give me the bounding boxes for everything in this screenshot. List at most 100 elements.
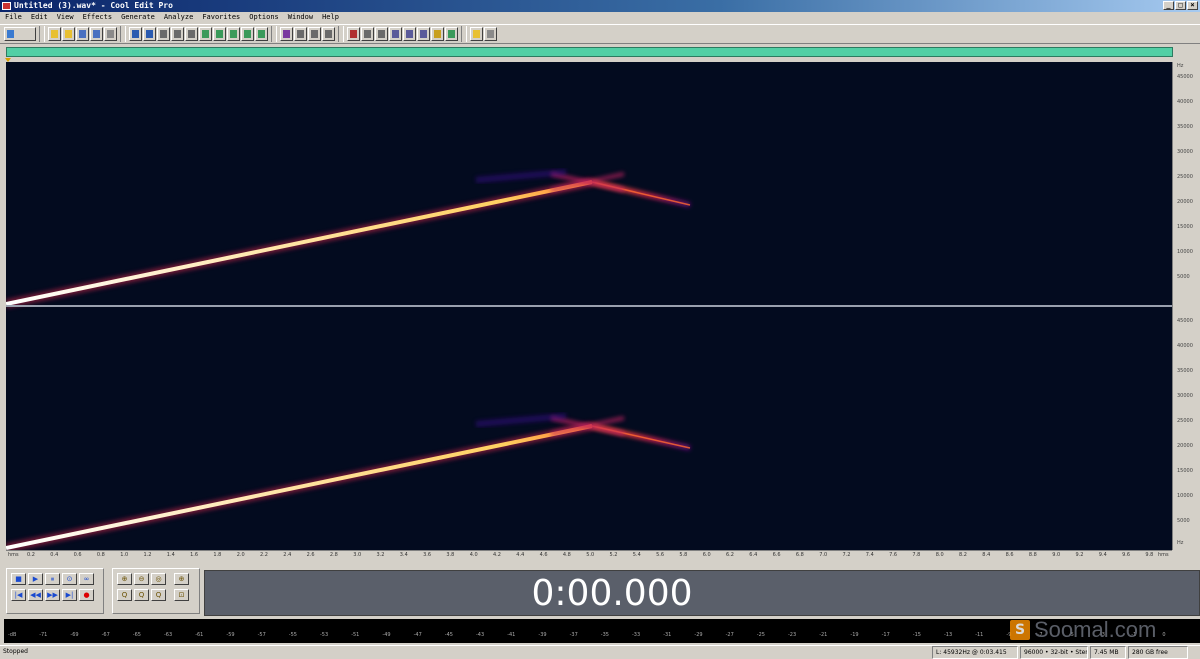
time-tick-label: 7.6 bbox=[889, 552, 898, 558]
trim-icon[interactable] bbox=[227, 27, 240, 41]
zoom-out-horizontal-button[interactable]: ⊖ bbox=[134, 573, 149, 585]
waveform-overview-bar[interactable] bbox=[6, 47, 1173, 57]
silence-icon[interactable] bbox=[375, 27, 388, 41]
time-tick-label: 8.0 bbox=[935, 552, 944, 558]
time-tick-label: 2.4 bbox=[283, 552, 292, 558]
loop-button[interactable]: ∞ bbox=[79, 573, 94, 585]
time-tick-label: 0.2 bbox=[27, 552, 35, 558]
time-tick-label: 7.4 bbox=[865, 552, 874, 558]
zoom-toggle-icon[interactable] bbox=[403, 27, 416, 41]
time-tick-label: 4.0 bbox=[469, 552, 478, 558]
redo-icon[interactable] bbox=[143, 27, 156, 41]
insert-icon[interactable] bbox=[241, 27, 254, 41]
freq-tick-label: 30000 bbox=[1177, 149, 1193, 155]
minimize-button[interactable]: _ bbox=[1163, 1, 1174, 10]
paste-new-icon[interactable] bbox=[199, 27, 212, 41]
level-tick-label: -35 bbox=[600, 632, 609, 638]
pause-button[interactable]: ⏸ bbox=[45, 573, 60, 585]
stop-button[interactable]: ■ bbox=[11, 573, 26, 585]
multitrack-toggle-icon[interactable] bbox=[4, 27, 36, 41]
time-tick-label: 5.4 bbox=[632, 552, 641, 558]
menu-effects[interactable]: Effects bbox=[83, 12, 113, 23]
time-ruler[interactable]: hms hms 0.2 0.4 0.6 0.8 1.0 1.2 1.4 1.6 1.8 2.0 2.… bbox=[6, 550, 1172, 560]
freq-tick-label: 45000 bbox=[1177, 318, 1193, 324]
delete-icon[interactable] bbox=[255, 27, 268, 41]
freq-tick-label: 15000 bbox=[1177, 468, 1193, 474]
top-channel-spectrum bbox=[6, 169, 816, 309]
bottom-channel-spectrum bbox=[6, 413, 691, 550]
level-tick-label: -29 bbox=[694, 632, 703, 638]
play-to-end-button[interactable]: ⊙ bbox=[62, 573, 77, 585]
close-file-icon[interactable] bbox=[104, 27, 117, 41]
spectral-view-icon[interactable] bbox=[294, 27, 307, 41]
go-to-start-button[interactable]: |◀ bbox=[11, 589, 26, 601]
transport-row-2: |◀ ◀◀ ▶▶ ▶| ● bbox=[11, 589, 94, 601]
time-tick-label: 4.4 bbox=[516, 552, 525, 558]
play-button[interactable]: ▶ bbox=[28, 573, 43, 585]
time-tick-label: 4.8 bbox=[562, 552, 571, 558]
toolbar-separator bbox=[271, 26, 277, 42]
zoom-controls: ⊕ ⊖ ◎ ⊕ Q Q Q ⊡ bbox=[112, 568, 200, 614]
undo-icon[interactable] bbox=[129, 27, 142, 41]
open-file-icon[interactable] bbox=[62, 27, 75, 41]
freq-tick-label: 10000 bbox=[1177, 493, 1193, 499]
amplify-icon[interactable] bbox=[322, 27, 335, 41]
menu-favorites[interactable]: Favorites bbox=[202, 12, 240, 23]
time-tick-label: 8.4 bbox=[982, 552, 991, 558]
noise-reduction-icon[interactable] bbox=[389, 27, 402, 41]
menu-analyze[interactable]: Analyze bbox=[164, 12, 194, 23]
menu-help[interactable]: Help bbox=[322, 12, 339, 23]
save-file-icon[interactable] bbox=[76, 27, 89, 41]
waveform-view-icon[interactable] bbox=[280, 27, 293, 41]
freq-tick-label: 25000 bbox=[1177, 418, 1193, 424]
help-icon[interactable] bbox=[484, 27, 497, 41]
time-tick-label: 3.2 bbox=[376, 552, 385, 558]
zoom-out-vertical-button[interactable]: ⊡ bbox=[174, 589, 189, 601]
paste-icon[interactable] bbox=[185, 27, 198, 41]
time-tick-label: 5.2 bbox=[609, 552, 618, 558]
zoom-full-button[interactable]: ◎ bbox=[151, 573, 166, 585]
new-file-icon[interactable] bbox=[48, 27, 61, 41]
frequency-ruler[interactable]: Hz Hz 45000 40000 35000 30000 25000 20000 1500… bbox=[1172, 62, 1200, 550]
cue-list-icon[interactable] bbox=[445, 27, 458, 41]
menu-edit[interactable]: Edit bbox=[31, 12, 48, 23]
normalize-icon[interactable] bbox=[308, 27, 321, 41]
level-tick-label: -61 bbox=[195, 632, 204, 638]
zoom-right-edge-button[interactable]: Q bbox=[151, 589, 166, 601]
app-icon[interactable] bbox=[2, 2, 11, 10]
freq-tick-label: 5000 bbox=[1177, 518, 1190, 524]
menu-generate[interactable]: Generate bbox=[121, 12, 155, 23]
zoom-in-vertical-button[interactable]: ⊕ bbox=[174, 573, 189, 585]
fast-forward-button[interactable]: ▶▶ bbox=[45, 589, 60, 601]
close-button[interactable]: × bbox=[1187, 1, 1198, 10]
rewind-button[interactable]: ◀◀ bbox=[28, 589, 43, 601]
copy-icon[interactable] bbox=[157, 27, 170, 41]
maximize-button[interactable]: □ bbox=[1175, 1, 1186, 10]
invert-icon[interactable] bbox=[347, 27, 360, 41]
menu-window[interactable]: Window bbox=[288, 12, 313, 23]
transport-controls: ■ ▶ ⏸ ⊙ ∞ |◀ ◀◀ ▶▶ ▶| ● bbox=[6, 568, 104, 614]
menu-options[interactable]: Options bbox=[249, 12, 279, 23]
title-bar[interactable]: Untitled (3).wav* - Cool Edit Pro _ □ × bbox=[0, 0, 1200, 12]
level-tick-label: -15 bbox=[912, 632, 921, 638]
time-unit-label-left: hms bbox=[8, 552, 19, 558]
reverse-icon[interactable] bbox=[361, 27, 374, 41]
zoom-in-horizontal-button[interactable]: ⊕ bbox=[117, 573, 132, 585]
menu-file[interactable]: File bbox=[5, 12, 22, 23]
marker-icon[interactable] bbox=[431, 27, 444, 41]
zoom-left-edge-button[interactable]: Q bbox=[134, 589, 149, 601]
mix-paste-icon[interactable] bbox=[213, 27, 226, 41]
level-tick-label: -23 bbox=[788, 632, 797, 638]
frequency-analysis-icon[interactable] bbox=[417, 27, 430, 41]
cut-icon[interactable] bbox=[171, 27, 184, 41]
menu-view[interactable]: View bbox=[57, 12, 74, 23]
time-tick-label: 9.4 bbox=[1098, 552, 1107, 558]
save-as-icon[interactable] bbox=[90, 27, 103, 41]
channel-divider[interactable] bbox=[6, 305, 1200, 307]
zoom-to-selection-button[interactable]: Q bbox=[117, 589, 132, 601]
time-tick-label: 3.8 bbox=[446, 552, 455, 558]
time-tick-label: 9.6 bbox=[1122, 552, 1131, 558]
settings-icon[interactable] bbox=[470, 27, 483, 41]
go-to-end-button[interactable]: ▶| bbox=[62, 589, 77, 601]
record-button[interactable]: ● bbox=[79, 589, 94, 601]
